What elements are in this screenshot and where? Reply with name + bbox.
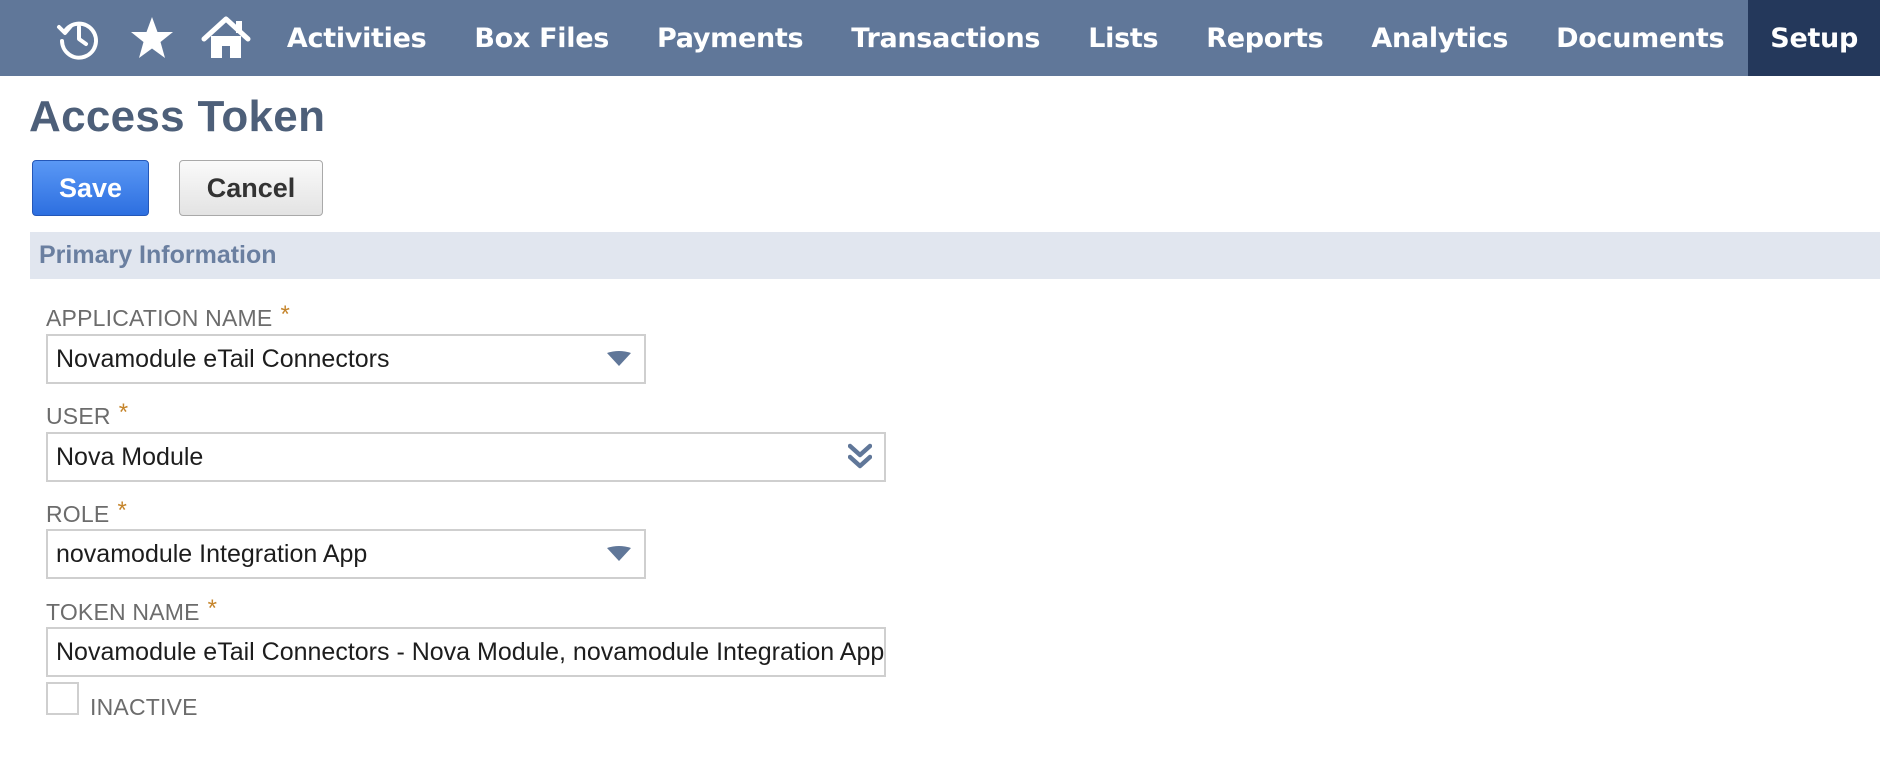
role-value: novamodule Integration App — [56, 539, 368, 568]
nav-item-setup[interactable]: Setup — [1748, 0, 1880, 76]
top-navigation-bar: Activities Box Files Payments Transactio… — [0, 0, 1880, 76]
required-marker: * — [117, 497, 127, 524]
inactive-checkbox[interactable] — [46, 682, 79, 715]
role-dropdown[interactable]: novamodule Integration App — [46, 529, 646, 579]
application-name-label: APPLICATION NAME * — [46, 301, 290, 331]
user-label: USER * — [46, 399, 129, 429]
nav-item-activities[interactable]: Activities — [263, 0, 450, 76]
home-icon[interactable] — [189, 0, 263, 76]
chevron-down-icon[interactable] — [606, 351, 632, 367]
role-label: ROLE * — [46, 497, 127, 527]
nav-item-documents[interactable]: Documents — [1532, 0, 1748, 76]
chevron-down-icon[interactable] — [606, 546, 632, 562]
double-chevron-down-icon[interactable] — [848, 443, 872, 471]
save-button[interactable]: Save — [32, 160, 149, 216]
nav-item-transactions[interactable]: Transactions — [827, 0, 1064, 76]
cancel-button[interactable]: Cancel — [179, 160, 323, 216]
token-name-label: TOKEN NAME * — [46, 595, 218, 625]
nav-item-payments[interactable]: Payments — [633, 0, 827, 76]
nav-item-analytics[interactable]: Analytics — [1347, 0, 1532, 76]
required-marker: * — [118, 399, 129, 426]
star-icon[interactable] — [116, 0, 190, 76]
primary-information-section-header[interactable]: Primary Information — [30, 232, 1880, 279]
page-title: Access Token — [29, 92, 326, 141]
nav-item-box-files[interactable]: Box Files — [450, 0, 633, 76]
section-title: Primary Information — [39, 241, 277, 269]
user-select[interactable]: Nova Module — [46, 432, 886, 482]
token-name-value: Novamodule eTail Connectors - Nova Modul… — [56, 637, 884, 666]
nav-item-reports[interactable]: Reports — [1182, 0, 1347, 76]
inactive-label: INACTIVE — [90, 694, 198, 720]
required-marker: * — [280, 301, 290, 328]
user-value: Nova Module — [56, 442, 204, 471]
token-name-input[interactable]: Novamodule eTail Connectors - Nova Modul… — [46, 627, 886, 677]
application-name-value: Novamodule eTail Connectors — [56, 344, 390, 373]
nav-item-lists[interactable]: Lists — [1064, 0, 1182, 76]
recent-records-icon[interactable] — [42, 0, 116, 76]
required-marker: * — [207, 595, 218, 622]
application-name-dropdown[interactable]: Novamodule eTail Connectors — [46, 334, 646, 384]
